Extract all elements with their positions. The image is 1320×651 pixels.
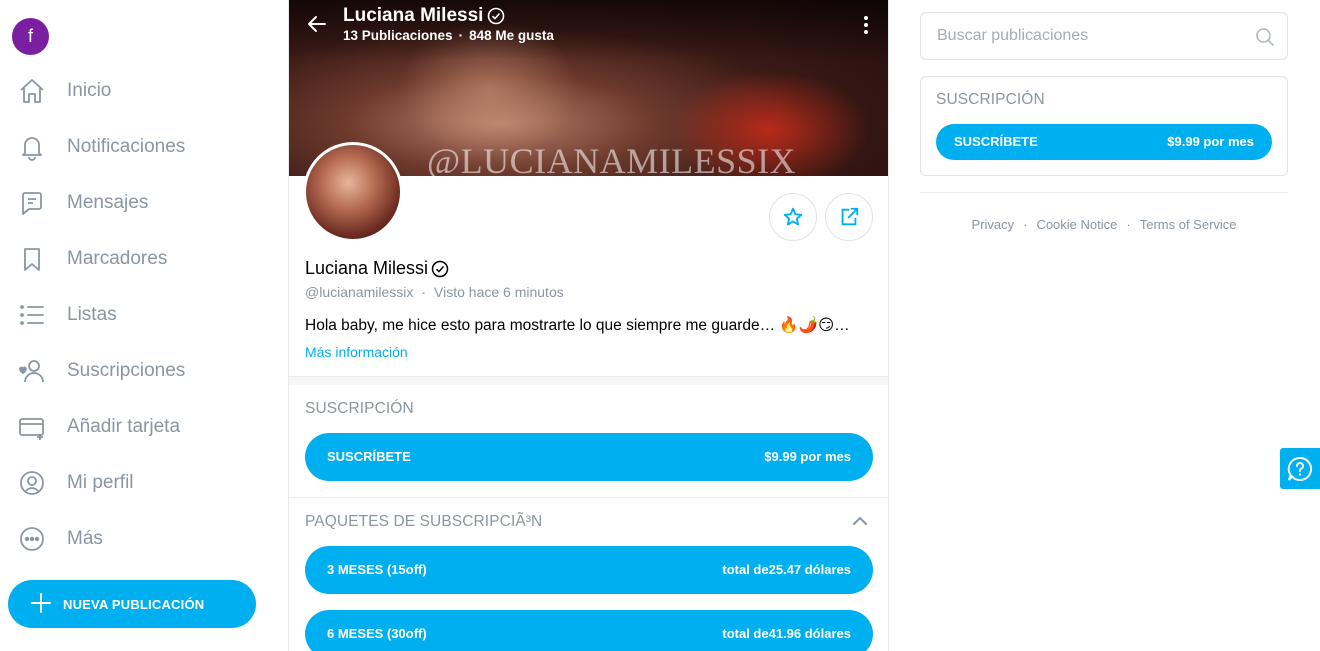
privacy-link[interactable]: Privacy [971,217,1014,232]
subscribe-price: $9.99 por mes [1167,134,1254,149]
home-icon [18,77,46,105]
footer-separator: · [1126,217,1131,232]
likes-count: 848 Me gusta [469,28,554,43]
cover-watermark: @LUCIANAMILESSIX [427,141,797,176]
sidebar: f Inicio Notificaciones Mensajes Marcado… [0,0,288,651]
sidebar-item-inicio[interactable]: Inicio [0,67,280,115]
subscription-title: SUSCRIPCIÓN [305,400,414,417]
bundle-total: total de41.96 dólares [722,626,851,641]
back-arrow-icon[interactable] [305,12,329,36]
stats-separator: · [458,28,464,43]
sidebar-item-listas[interactable]: Listas [0,291,280,339]
sidebar-item-mi-perfil[interactable]: Mi perfil [0,459,280,507]
bell-icon [18,133,46,161]
more-icon [18,525,46,553]
subscribe-price: $9.99 por mes [764,449,851,464]
profile-avatar[interactable] [303,142,403,242]
plus-icon [31,593,51,613]
new-post-button[interactable]: NUEVA PUBLICACIÓN [8,580,256,628]
last-seen: Visto hace 6 minutos [434,284,564,300]
divider [289,497,888,498]
card-icon [18,413,46,441]
bundle-button-6-months[interactable]: 6 MESES (30off) total de41.96 dólares [305,610,873,651]
help-icon [1287,456,1313,481]
sidebar-item-notificaciones[interactable]: Notificaciones [0,123,280,171]
share-icon [841,207,859,226]
subscription-card-title: SUSCRIPCIÓN [936,91,1045,108]
chevron-up-icon[interactable] [851,512,869,530]
new-post-label: NUEVA PUBLICACIÓN [63,596,205,612]
meta-separator: · [421,284,427,300]
sidebar-item-label: Suscripciones [67,360,186,381]
sidebar-item-mensajes[interactable]: Mensajes [0,179,280,227]
subscription-card: SUSCRIPCIÓN SUSCRÍBETE $9.99 por mes [920,76,1288,176]
bundles-title: PAQUETES DE SUBSCRIPCIÃ³N [305,513,543,530]
sidebar-item-label: Mensajes [67,192,149,213]
search-icon[interactable] [1255,27,1275,47]
profile-icon [18,469,46,497]
sidebar-item-label: Listas [67,304,117,325]
sidebar-item-label: Inicio [67,80,112,101]
terms-link[interactable]: Terms of Service [1140,217,1237,232]
divider [920,192,1288,193]
bundle-label: 3 MESES (15off) [327,562,427,577]
subscriptions-icon [18,357,46,385]
subscribe-label: SUSCRÍBETE [954,134,1038,149]
footer-links: Privacy · Cookie Notice · Terms of Servi… [920,217,1288,232]
search-box [920,12,1288,60]
cookie-notice-link[interactable]: Cookie Notice [1036,217,1117,232]
sidebar-item-label: Más [67,528,103,549]
sidebar-item-label: Notificaciones [67,136,186,157]
share-button[interactable] [825,193,873,241]
section-divider [289,376,888,385]
search-input[interactable] [921,13,1251,59]
help-button[interactable] [1280,448,1320,489]
sidebar-item-mas[interactable]: Más [0,515,280,563]
bundle-label: 6 MESES (30off) [327,626,427,641]
profile-name-text: Luciana Milessi [305,258,429,278]
sidebar-item-label: Marcadores [67,248,168,269]
bookmark-icon [18,245,46,273]
list-icon [18,301,46,329]
sidebar-item-anadir-tarjeta[interactable]: Añadir tarjeta [0,403,280,451]
sidebar-item-label: Mi perfil [67,472,134,493]
favorite-button[interactable] [769,193,817,241]
verified-icon [488,7,505,25]
profile-handle: @lucianamilessix [305,284,414,300]
subscribe-label: SUSCRÍBETE [327,449,411,464]
profile-meta: @lucianamilessix · Visto hace 6 minutos [305,284,564,300]
sidebar-item-marcadores[interactable]: Marcadores [0,235,280,283]
avatar[interactable]: f [12,18,49,55]
sidebar-item-label: Añadir tarjeta [67,416,181,437]
cover-title: Luciana Milessi [343,5,505,27]
profile-name: Luciana Milessi [305,258,449,279]
star-icon [783,207,803,226]
kebab-menu-icon[interactable] [857,14,875,36]
verified-icon [431,260,449,277]
cover-name: Luciana Milessi [343,5,484,26]
bundle-total: total de25.47 dólares [722,562,851,577]
bundle-button-3-months[interactable]: 3 MESES (15off) total de25.47 dólares [305,546,873,594]
footer-separator: · [1023,217,1028,232]
profile-column: @LUCIANAMILESSIX Luciana Milessi 13 Publ… [288,0,889,651]
more-info-link[interactable]: Más información [305,344,408,360]
subscribe-button[interactable]: SUSCRÍBETE $9.99 por mes [305,433,873,481]
subscribe-button-side[interactable]: SUSCRÍBETE $9.99 por mes [936,124,1272,160]
message-icon [18,189,46,217]
cover-stats: 13 Publicaciones · 848 Me gusta [343,28,554,43]
sidebar-item-suscripciones[interactable]: Suscripciones [0,347,280,395]
posts-count: 13 Publicaciones [343,28,453,43]
profile-bio: Hola baby, me hice esto para mostrarte l… [305,317,850,334]
